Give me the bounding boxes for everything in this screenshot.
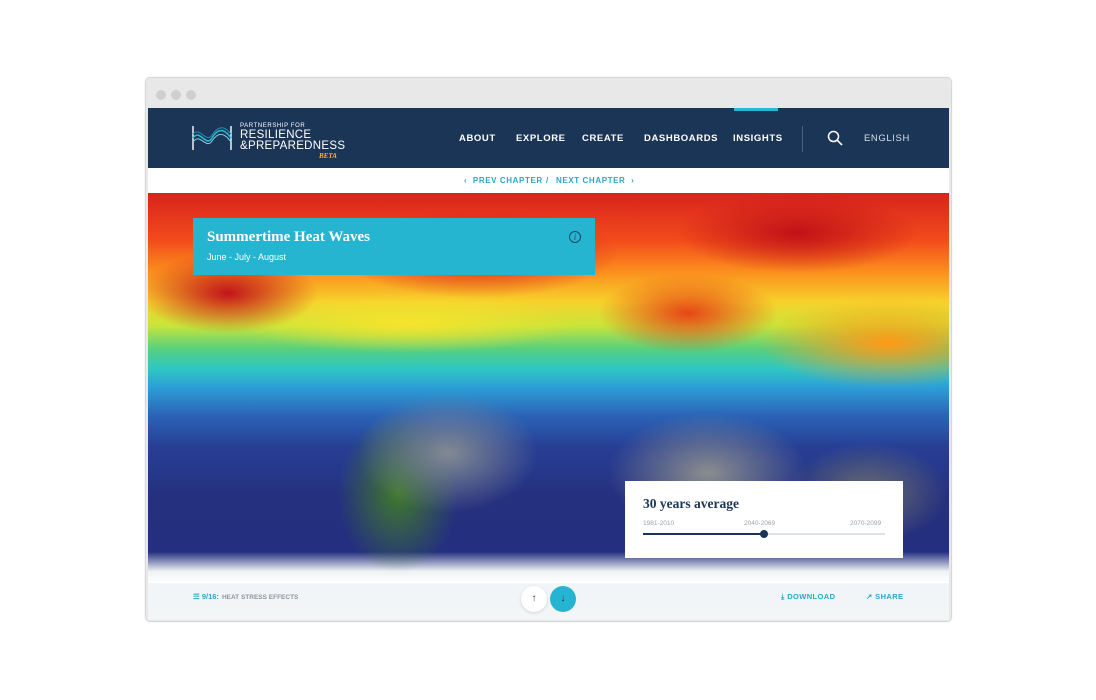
nav-insights[interactable]: INSIGHTS (733, 133, 783, 144)
story-title: Summertime Heat Waves (207, 229, 371, 245)
chapter-section-label: HEAT STRESS EFFECTS (221, 594, 299, 601)
download-icon: ⤓ (781, 592, 785, 601)
page-viewport: PARTNERSHIP FOR RESILIENCE &PREPAREDNESS… (148, 108, 949, 620)
prev-chapter-link[interactable]: ‹ PREV CHAPTER (464, 176, 543, 185)
period-slider-thumb[interactable] (760, 530, 768, 538)
chevron-left-icon: ‹ (464, 176, 468, 185)
download-label: DOWNLOAD (787, 592, 836, 601)
next-chapter-label: NEXT CHAPTER (556, 176, 626, 185)
chapter-list-toggle[interactable]: ☰ 9/16: HEAT STRESS EFFECTS (193, 592, 298, 601)
beta-badge: BETA (319, 152, 337, 160)
window-zoom-dot[interactable] (186, 90, 196, 100)
story-title-panel: Summertime Heat Waves June - July - Augu… (193, 218, 595, 275)
list-icon: ☰ (193, 592, 200, 601)
previous-slide-button[interactable]: ↑ (521, 586, 547, 612)
share-label: SHARE (875, 592, 904, 601)
chapter-nav: ‹ PREV CHAPTER / NEXT CHAPTER › (148, 168, 949, 193)
story-subtitle: June - July - August (207, 252, 287, 262)
download-button[interactable]: ⤓ DOWNLOAD (781, 592, 835, 602)
nav-dashboards[interactable]: DASHBOARDS (644, 133, 718, 144)
heat-map-visualization[interactable]: Summertime Heat Waves June - July - Augu… (148, 193, 949, 583)
story-footer: ☰ 9/16: HEAT STRESS EFFECTS ⤓ DOWNLOAD ↗ … (148, 583, 949, 608)
time-period-panel: 30 years average 1981-2010 2040-2069 207… (625, 481, 903, 558)
period-slider-track[interactable] (643, 530, 885, 538)
period-tick-1981-2010[interactable]: 1981-2010 (643, 520, 674, 527)
nav-active-indicator (734, 108, 778, 111)
window-close-dot[interactable] (156, 90, 166, 100)
logo-title-line2: &PREPAREDNESS (240, 140, 346, 152)
time-period-title: 30 years average (643, 496, 739, 511)
browser-window: PARTNERSHIP FOR RESILIENCE &PREPAREDNESS… (145, 77, 952, 622)
chevron-right-icon: › (631, 176, 635, 185)
prev-chapter-label: PREV CHAPTER (472, 176, 543, 185)
next-chapter-link[interactable]: NEXT CHAPTER › (556, 176, 634, 185)
share-button[interactable]: ↗ SHARE (866, 592, 903, 601)
next-slide-button[interactable]: ↓ (550, 586, 576, 612)
logo-wave-icon (192, 126, 232, 150)
period-tick-2070-2099[interactable]: 2070-2099 (850, 520, 881, 527)
site-logo[interactable]: PARTNERSHIP FOR RESILIENCE &PREPAREDNESS… (192, 123, 352, 161)
site-header: PARTNERSHIP FOR RESILIENCE &PREPAREDNESS… (148, 108, 949, 168)
arrow-up-icon: ↑ (531, 593, 537, 604)
chapter-progress: 9/16: (201, 592, 219, 601)
period-tick-2040-2069[interactable]: 2040-2069 (744, 520, 775, 527)
nav-explore[interactable]: EXPLORE (516, 133, 566, 144)
nav-about[interactable]: ABOUT (459, 133, 496, 144)
language-selector[interactable]: ENGLISH (864, 133, 910, 144)
nav-create[interactable]: CREATE (582, 133, 624, 144)
browser-chrome (146, 78, 951, 109)
window-minimize-dot[interactable] (171, 90, 181, 100)
period-slider-fill (643, 533, 764, 535)
nav-divider (802, 126, 803, 152)
arrow-down-icon: ↓ (560, 593, 566, 604)
info-icon[interactable]: i (569, 231, 581, 243)
search-icon[interactable] (827, 130, 843, 146)
share-icon: ↗ (866, 592, 873, 601)
chapter-separator: / (546, 176, 549, 185)
